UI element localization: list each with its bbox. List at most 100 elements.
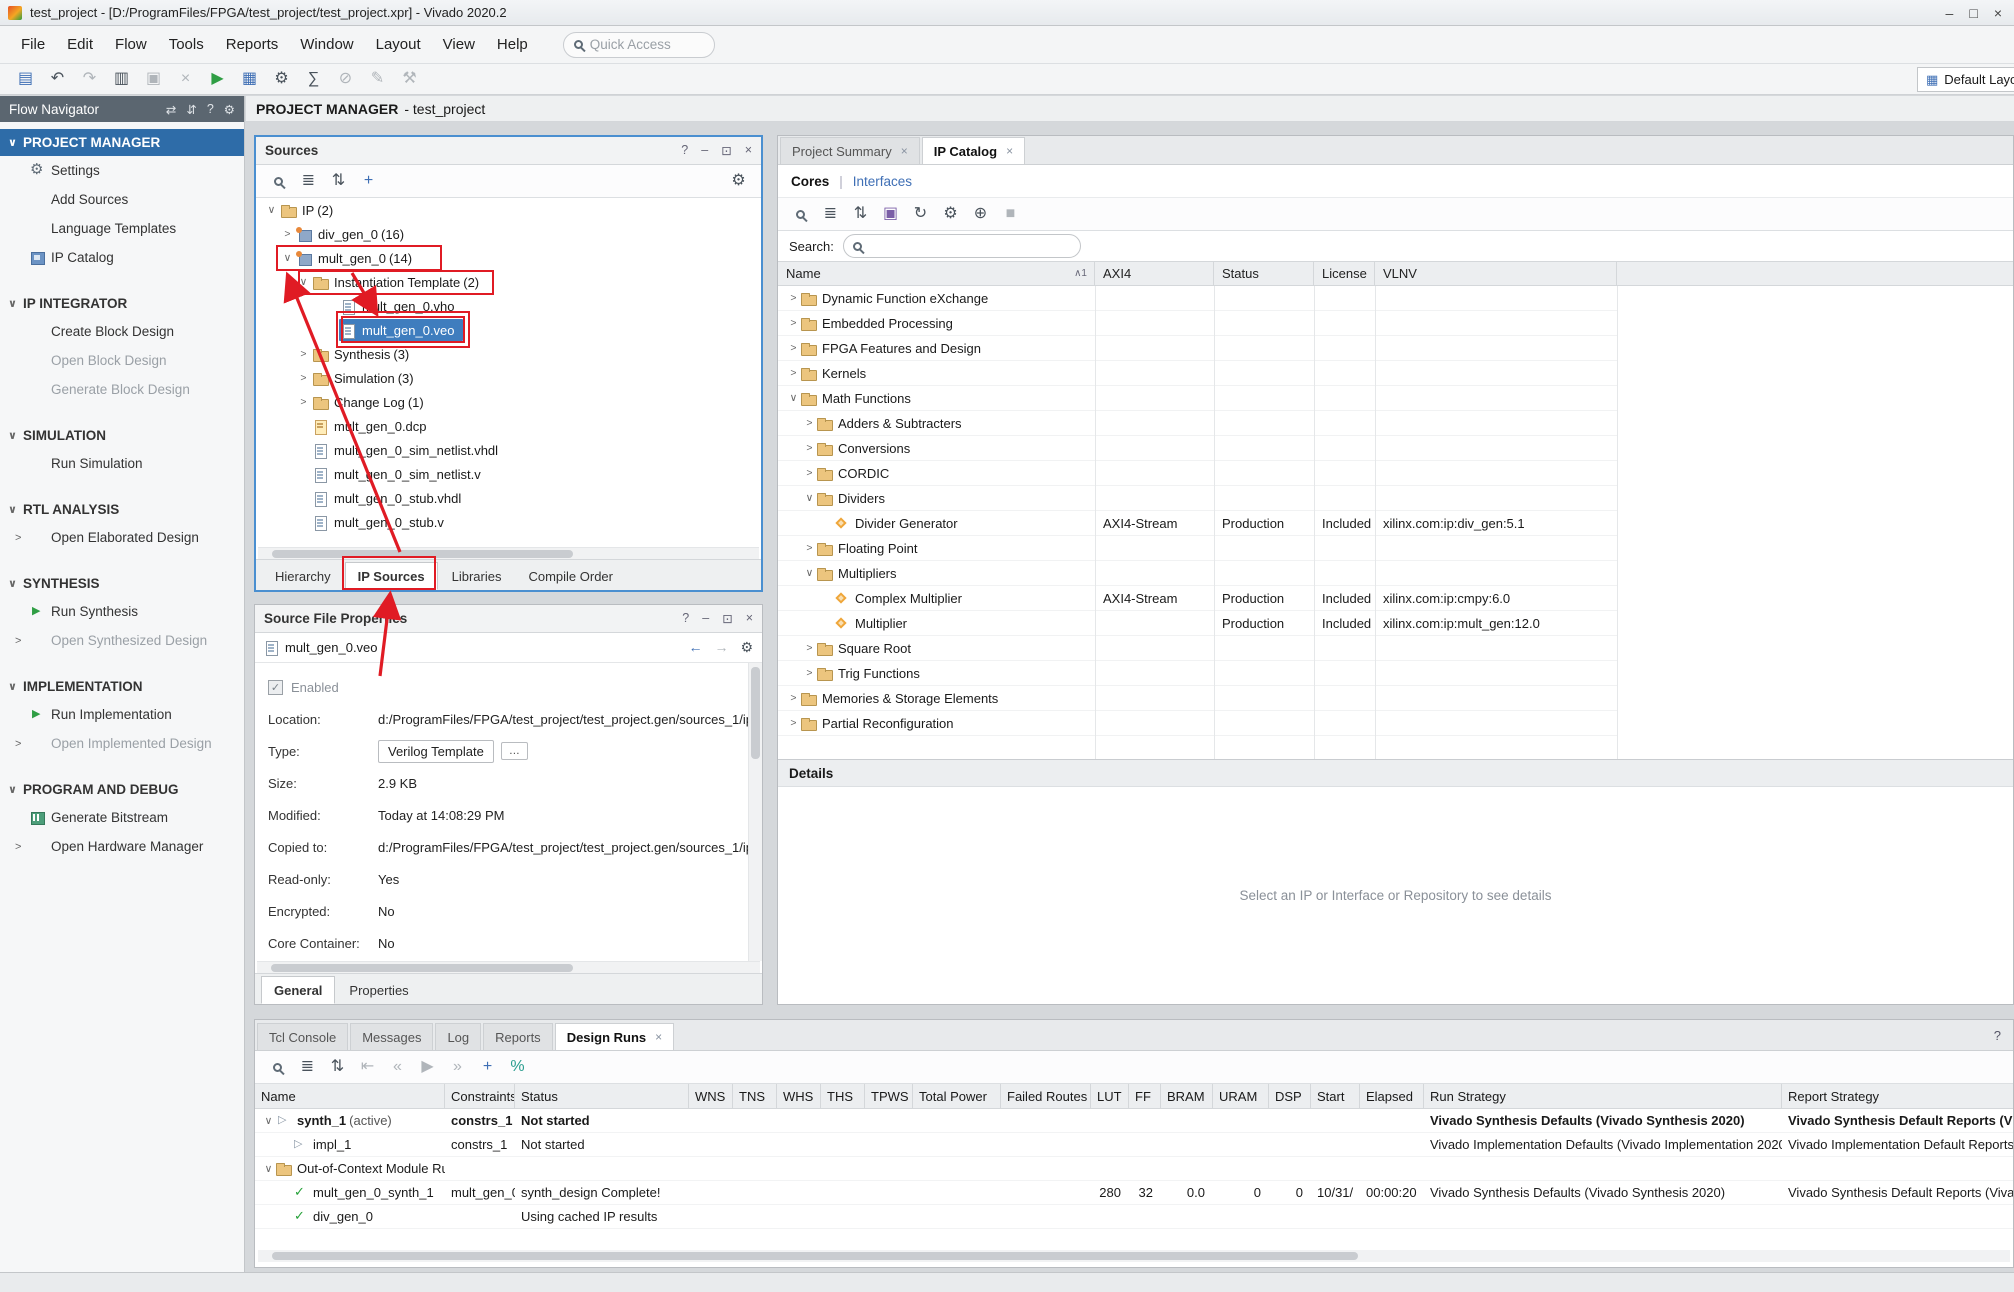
delete-icon[interactable]: × — [172, 67, 199, 91]
column-header[interactable]: Total Power — [913, 1084, 1001, 1108]
maximize-button[interactable]: □ — [1969, 5, 1977, 21]
expander-icon[interactable]: > — [786, 342, 801, 354]
column-header[interactable]: Constraints — [445, 1084, 515, 1108]
cores-subtab[interactable]: Cores — [791, 174, 829, 189]
run-row-synth_1[interactable]: ∨ synth_1 (active) constrs_1 Not started — [255, 1109, 2013, 1133]
expander-icon[interactable]: ∨ — [261, 1115, 276, 1127]
settings-icon[interactable]: ⚙ — [740, 639, 753, 656]
report-icon[interactable]: ▥ — [108, 67, 135, 91]
layout-selector[interactable]: ▦ Default Layou — [1917, 67, 2014, 92]
expander-icon[interactable]: ∨ — [264, 204, 279, 216]
forward-icon[interactable]: → — [714, 639, 728, 656]
stop-icon[interactable]: ⊘ — [332, 67, 359, 91]
interfaces-subtab[interactable]: Interfaces — [853, 174, 912, 189]
collapse-all-icon[interactable]: ≣ — [294, 1055, 321, 1079]
section-rtl-analysis[interactable]: ∨ RTL ANALYSIS — [0, 496, 244, 523]
close-button[interactable]: × — [1994, 5, 2002, 21]
forward-icon[interactable]: » — [444, 1055, 471, 1079]
catalog-row-dynamic-function-exchange[interactable]: > Dynamic Function eXchange — [778, 286, 1618, 311]
sidebar-item-run-implementation[interactable]: Run Implementation — [0, 700, 244, 729]
sidebar-item-open-hardware-manager[interactable]: > Open Hardware Manager — [0, 832, 244, 861]
ellipsis-button[interactable]: … — [501, 742, 528, 760]
menu-help[interactable]: Help — [486, 31, 539, 58]
tab-compile-order[interactable]: Compile Order — [515, 562, 626, 590]
tab-tcl-console[interactable]: Tcl Console — [257, 1023, 348, 1050]
minimize-icon[interactable]: – — [701, 143, 708, 158]
expander-icon[interactable]: > — [296, 348, 311, 360]
catalog-row-embedded-processing[interactable]: > Embedded Processing — [778, 311, 1618, 336]
column-header[interactable]: LUT — [1091, 1084, 1129, 1108]
sidebar-item-open-implemented-design[interactable]: > Open Implemented Design — [0, 729, 244, 758]
catalog-row-partial-reconfiguration[interactable]: > Partial Reconfiguration — [778, 711, 1618, 736]
tree-item-mult_gen_0[interactable]: ∨ mult_gen_0 (14) — [256, 246, 761, 270]
quick-access-search[interactable]: Quick Access — [563, 32, 715, 58]
expander-icon[interactable]: ∨ — [261, 1163, 276, 1175]
scrollbar-thumb[interactable] — [272, 550, 573, 558]
tab-design-runs[interactable]: Design Runs × — [555, 1023, 674, 1050]
sidebar-item-add-sources[interactable]: Add Sources — [0, 185, 244, 214]
tree-item-simulation[interactable]: > Simulation (3) — [256, 366, 761, 390]
search-icon[interactable] — [264, 1055, 291, 1079]
catalog-row-cordic[interactable]: > CORDIC — [778, 461, 1618, 486]
run-icon[interactable]: ▶ — [204, 67, 231, 91]
expander-icon[interactable]: > — [280, 228, 295, 240]
catalog-row-fpga-features[interactable]: > FPGA Features and Design — [778, 336, 1618, 361]
tab-properties[interactable]: Properties — [336, 976, 421, 1004]
back-icon[interactable]: ← — [688, 639, 702, 656]
catalog-row-divider-generator[interactable]: Divider Generator AXI4-Stream Production… — [778, 511, 1618, 536]
sidebar-item-open-block-design[interactable]: Open Block Design — [0, 346, 244, 375]
expander-icon[interactable]: ∨ — [802, 492, 817, 504]
horizontal-scrollbar[interactable] — [257, 961, 760, 973]
redo-icon[interactable]: ↷ — [76, 67, 103, 91]
tree-item-stub-vhdl[interactable]: mult_gen_0_stub.vhdl — [256, 486, 761, 510]
percent-icon[interactable]: % — [504, 1055, 531, 1079]
expander-icon[interactable]: > — [802, 442, 817, 454]
run-row-div_gen_0[interactable]: div_gen_0 Using cached IP results — [255, 1205, 2013, 1229]
tab-libraries[interactable]: Libraries — [439, 562, 515, 590]
run-row-impl_1[interactable]: impl_1 constrs_1 Not started — [255, 1133, 2013, 1157]
column-header[interactable]: Start — [1311, 1084, 1360, 1108]
add-sources-icon[interactable]: + — [355, 169, 382, 193]
help-icon[interactable]: ? — [681, 143, 688, 158]
tree-item-sim-netlist-vhdl[interactable]: mult_gen_0_sim_netlist.vhdl — [256, 438, 761, 462]
expander-icon[interactable]: > — [786, 317, 801, 329]
expander-icon[interactable]: > — [786, 367, 801, 379]
customize-icon[interactable]: ⚙ — [937, 202, 964, 226]
refresh-icon[interactable]: ↻ — [907, 202, 934, 226]
catalog-row-complex-multiplier[interactable]: Complex Multiplier AXI4-Stream Productio… — [778, 586, 1618, 611]
tab-ip-catalog[interactable]: IP Catalog × — [922, 137, 1025, 164]
dock-icon[interactable]: ⇄ — [166, 102, 176, 117]
settings-gear-icon[interactable]: ⚙ — [725, 169, 752, 193]
tab-ip-sources[interactable]: IP Sources — [345, 562, 438, 590]
catalog-row-floating-point[interactable]: > Floating Point — [778, 536, 1618, 561]
menu-window[interactable]: Window — [289, 31, 364, 58]
expander-icon[interactable]: ∨ — [280, 252, 295, 264]
column-header[interactable]: DSP — [1269, 1084, 1311, 1108]
add-run-icon[interactable]: + — [474, 1055, 501, 1079]
column-header-vlnv[interactable]: VLNV — [1375, 262, 1617, 285]
section-program-and-debug[interactable]: ∨ PROGRAM AND DEBUG — [0, 776, 244, 803]
column-header[interactable]: BRAM — [1161, 1084, 1213, 1108]
expander-icon[interactable]: > — [786, 692, 801, 704]
horizontal-scrollbar[interactable] — [258, 547, 759, 559]
catalog-row-trig-functions[interactable]: > Trig Functions — [778, 661, 1618, 686]
tree-item-synthesis[interactable]: > Synthesis (3) — [256, 342, 761, 366]
catalog-row-multiplier[interactable]: Multiplier Production Included xilinx.co… — [778, 611, 1618, 636]
expander-icon[interactable]: ∨ — [786, 392, 801, 404]
catalog-row-dividers[interactable]: ∨ Dividers — [778, 486, 1618, 511]
catalog-row-multipliers[interactable]: ∨ Multipliers — [778, 561, 1618, 586]
column-header[interactable]: Status — [515, 1084, 689, 1108]
run-row-mult_gen_0_synth_1[interactable]: mult_gen_0_synth_1 mult_gen_0 synth_desi… — [255, 1181, 2013, 1205]
expander-icon[interactable]: > — [296, 396, 311, 408]
tab-general[interactable]: General — [261, 976, 335, 1004]
float-icon[interactable]: ⊡ — [722, 611, 732, 626]
run-icon[interactable]: ▶ — [414, 1055, 441, 1079]
column-header[interactable]: TNS — [733, 1084, 777, 1108]
expander-icon[interactable]: ∨ — [296, 276, 311, 288]
help-icon[interactable]: ? — [207, 102, 214, 117]
minimize-icon[interactable]: – — [702, 611, 709, 626]
tab-log[interactable]: Log — [435, 1023, 481, 1050]
menu-view[interactable]: View — [432, 31, 486, 58]
catalog-row-kernels[interactable]: > Kernels — [778, 361, 1618, 386]
stop-icon[interactable]: ■ — [997, 202, 1024, 226]
